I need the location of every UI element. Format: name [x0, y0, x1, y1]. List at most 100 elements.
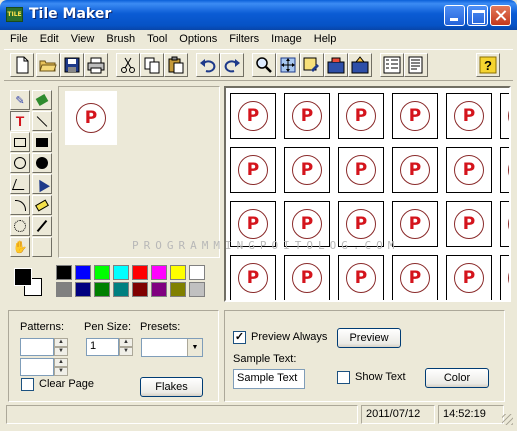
flakes-button[interactable]: Flakes — [140, 377, 203, 397]
color-swatch[interactable] — [94, 282, 110, 297]
canvas-tile[interactable]: P — [338, 147, 384, 193]
canvas-tile[interactable]: P — [392, 201, 438, 247]
canvas-tile[interactable]: P — [392, 93, 438, 139]
tile-fill-button[interactable] — [324, 53, 348, 77]
color-swatch[interactable] — [170, 282, 186, 297]
patterns-spinner-1[interactable]: ▲ ▼ — [20, 338, 68, 356]
color-swatch[interactable] — [75, 282, 91, 297]
foreground-color[interactable] — [14, 268, 32, 286]
color-swatch[interactable] — [75, 265, 91, 280]
pen-size-spinner[interactable]: 1 ▲ ▼ — [86, 338, 133, 356]
patterns-spinner-1-arrows[interactable]: ▲ ▼ — [54, 338, 68, 356]
canvas-tile[interactable]: P — [284, 255, 330, 300]
move-button[interactable] — [276, 53, 300, 77]
help-button[interactable]: ? — [476, 53, 500, 77]
menu-filters[interactable]: Filters — [223, 30, 265, 48]
canvas-tile[interactable]: P — [338, 255, 384, 300]
clear-page-checkbox[interactable] — [21, 378, 34, 391]
color-swatch[interactable] — [94, 265, 110, 280]
color-swatch[interactable] — [132, 265, 148, 280]
color-swatch[interactable] — [151, 265, 167, 280]
color-swatch[interactable] — [189, 265, 205, 280]
canvas-tile[interactable]: P — [500, 93, 509, 139]
cut-button[interactable] — [116, 53, 140, 77]
preview-button[interactable]: Preview — [337, 328, 401, 348]
new-file-button[interactable] — [10, 53, 34, 77]
canvas-tile[interactable]: P — [500, 201, 509, 247]
filled-ellipse-tool[interactable] — [32, 153, 52, 173]
polygon-tool[interactable] — [10, 174, 30, 194]
page-button[interactable] — [404, 53, 428, 77]
color-button[interactable]: Color — [425, 368, 489, 388]
filled-rectangle-tool[interactable] — [32, 132, 52, 152]
canvas-tile[interactable]: P — [446, 147, 492, 193]
menu-image[interactable]: Image — [265, 30, 308, 48]
color-swatch[interactable] — [151, 282, 167, 297]
canvas-tile[interactable]: P — [446, 93, 492, 139]
canvas-tile[interactable]: P — [392, 147, 438, 193]
canvas-tile[interactable]: P — [446, 201, 492, 247]
menu-brush[interactable]: Brush — [100, 30, 141, 48]
spray-tool[interactable] — [10, 216, 30, 236]
tile-canvas[interactable]: PPPPPPPPPPPPPPPPPPPPPPPP — [224, 86, 511, 302]
canvas-tile[interactable]: P — [230, 147, 276, 193]
menu-help[interactable]: Help — [308, 30, 343, 48]
sample-text-input[interactable]: Sample Text — [233, 369, 305, 389]
canvas-tile[interactable]: P — [338, 201, 384, 247]
rectangle-tool[interactable] — [10, 132, 30, 152]
canvas-tile[interactable]: P — [230, 93, 276, 139]
presets-dropdown[interactable]: ▼ — [141, 338, 203, 357]
tile-edit-button[interactable] — [300, 53, 324, 77]
preview-always-checkbox[interactable]: ✓ — [233, 331, 246, 344]
pencil-tool[interactable]: ✎ — [10, 90, 30, 110]
eyedropper-tool[interactable] — [32, 216, 52, 236]
patterns-spinner-2-arrows[interactable]: ▲ ▼ — [54, 358, 68, 376]
text-tool[interactable]: T — [10, 111, 30, 131]
canvas-tile[interactable]: P — [446, 255, 492, 300]
save-button[interactable] — [60, 53, 84, 77]
canvas-tile[interactable]: P — [284, 147, 330, 193]
color-swatch[interactable] — [113, 265, 129, 280]
eraser-tool[interactable] — [32, 195, 52, 215]
patterns-spinner-2[interactable]: ▲ ▼ — [20, 358, 68, 376]
color-swatch[interactable] — [113, 282, 129, 297]
zoom-button[interactable] — [252, 53, 276, 77]
canvas-tile[interactable]: P — [392, 255, 438, 300]
menu-file[interactable]: File — [4, 30, 34, 48]
color-swatch[interactable] — [56, 282, 72, 297]
color-swatch[interactable] — [56, 265, 72, 280]
canvas-tile[interactable]: P — [500, 147, 509, 193]
canvas-tile[interactable]: P — [230, 255, 276, 300]
redo-button[interactable] — [220, 53, 244, 77]
hand-tool[interactable]: ✋ — [10, 237, 30, 257]
tile-preview[interactable]: P — [65, 91, 117, 145]
canvas-tile[interactable]: P — [284, 93, 330, 139]
resize-grip[interactable] — [502, 414, 513, 425]
paste-button[interactable] — [164, 53, 188, 77]
color-swatch[interactable] — [170, 265, 186, 280]
curve-tool[interactable] — [10, 195, 30, 215]
fill-tool[interactable] — [32, 90, 52, 110]
canvas-tile[interactable]: P — [230, 201, 276, 247]
filled-polygon-tool[interactable] — [32, 174, 52, 194]
tile-export-button[interactable] — [348, 53, 372, 77]
menu-options[interactable]: Options — [173, 30, 223, 48]
close-button[interactable] — [490, 5, 511, 26]
color-swatch[interactable] — [189, 282, 205, 297]
color-swatch[interactable] — [132, 282, 148, 297]
line-tool[interactable] — [32, 111, 52, 131]
grid-button[interactable] — [380, 53, 404, 77]
show-text-checkbox[interactable] — [337, 371, 350, 384]
print-button[interactable] — [84, 53, 108, 77]
menu-tool[interactable]: Tool — [141, 30, 173, 48]
canvas-tile[interactable]: P — [500, 255, 509, 300]
current-colors[interactable] — [12, 266, 46, 298]
copy-button[interactable] — [140, 53, 164, 77]
menu-view[interactable]: View — [65, 30, 101, 48]
minimize-button[interactable] — [444, 5, 465, 26]
title-bar[interactable]: TILE Tile Maker — [0, 0, 517, 30]
pen-size-spinner-arrows[interactable]: ▲ ▼ — [119, 338, 133, 356]
maximize-button[interactable] — [467, 5, 488, 26]
blank-tool[interactable] — [32, 237, 52, 257]
canvas-tile[interactable]: P — [338, 93, 384, 139]
